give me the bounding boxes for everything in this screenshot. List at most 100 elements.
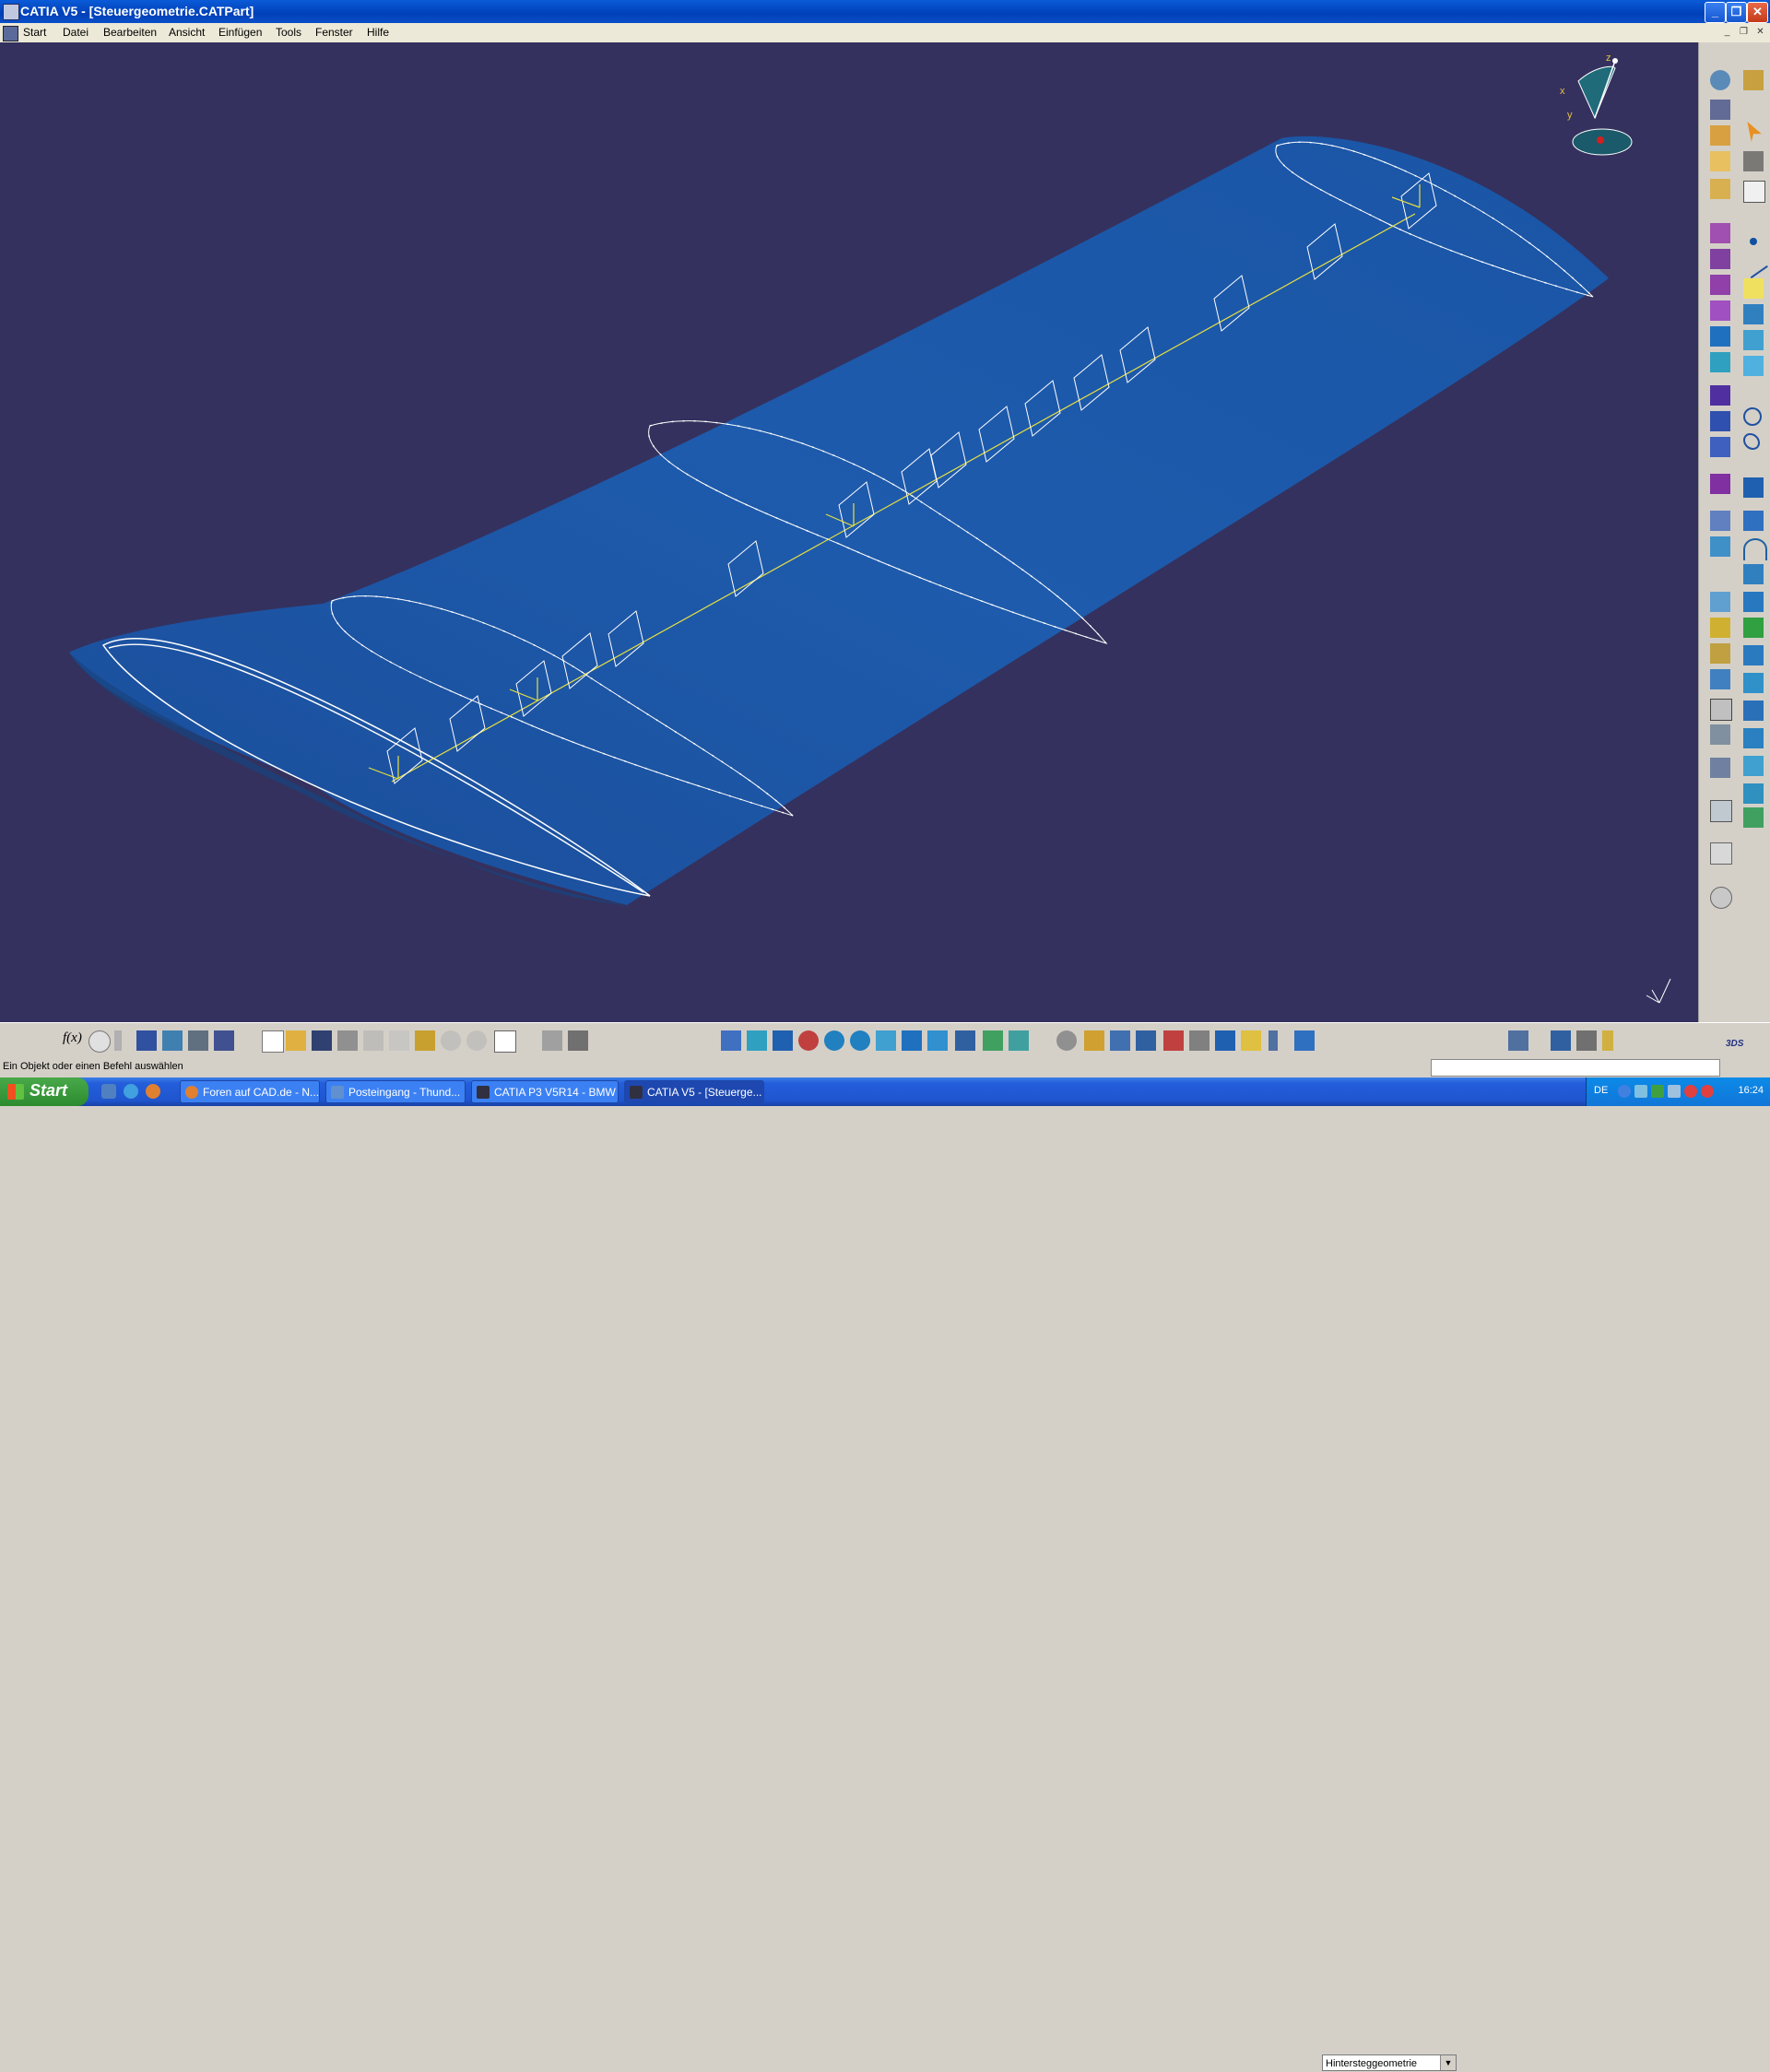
start-button[interactable]: Start [0, 1077, 88, 1106]
sweep-tool-icon[interactable] [1056, 1030, 1077, 1051]
doc-close-button[interactable]: ✕ [1753, 26, 1767, 39]
measure-icon[interactable] [1710, 699, 1732, 721]
affinity-icon[interactable] [1743, 728, 1764, 748]
projection-icon[interactable] [1743, 592, 1764, 612]
law-icon[interactable] [1710, 758, 1730, 778]
clock[interactable]: 16:24 [1738, 1085, 1764, 1096]
sweep-icon[interactable] [1743, 356, 1764, 376]
boundary-icon[interactable] [1710, 511, 1730, 531]
measure-item-icon[interactable] [1576, 1030, 1597, 1051]
menu-bearbeiten[interactable]: Bearbeiten [103, 26, 157, 39]
show-desktop-icon[interactable] [101, 1084, 116, 1099]
monitor-tray-icon[interactable] [1668, 1085, 1681, 1098]
pocket-icon[interactable] [1710, 249, 1730, 269]
zoom-out-icon[interactable] [850, 1030, 870, 1051]
shading-icon[interactable] [955, 1030, 975, 1051]
surface-stack-icon[interactable] [1743, 807, 1764, 828]
compass-widget[interactable]: z x y [1560, 53, 1633, 156]
language-indicator[interactable]: DE [1594, 1085, 1608, 1096]
scaling-icon[interactable] [1743, 700, 1764, 721]
inertia-icon[interactable] [1602, 1030, 1613, 1051]
catalog-icon[interactable] [188, 1030, 208, 1051]
help-tray-icon[interactable] [1618, 1085, 1631, 1098]
thickness-icon[interactable] [1710, 474, 1730, 494]
document-icon[interactable] [3, 26, 18, 41]
chevron-down-icon[interactable]: ▼ [1440, 2055, 1456, 2070]
sketcher-icon[interactable] [1710, 70, 1730, 90]
shaft-icon[interactable] [1710, 275, 1730, 295]
macro-icon[interactable] [1508, 1030, 1528, 1051]
redo-icon[interactable] [466, 1030, 487, 1051]
groove-icon[interactable] [1710, 300, 1730, 321]
offset-icon[interactable] [1710, 536, 1730, 557]
grid-snap-icon[interactable] [1136, 1030, 1156, 1051]
task-foren-cad[interactable]: Foren auf CAD.de - N... [180, 1080, 320, 1103]
plane-yellow-icon[interactable] [1743, 278, 1764, 299]
point-icon[interactable] [1710, 125, 1730, 146]
copy-icon[interactable] [389, 1030, 409, 1051]
pattern-icon[interactable] [1710, 724, 1730, 745]
axis-compass-icon[interactable] [1084, 1030, 1104, 1051]
manipulation-icon[interactable] [568, 1030, 588, 1051]
tree-icon[interactable] [162, 1030, 183, 1051]
extract-icon[interactable] [1710, 643, 1730, 664]
polyline-icon[interactable] [1739, 248, 1768, 279]
undo-icon[interactable] [441, 1030, 461, 1051]
geometrical-set-select[interactable]: Hintersteggeometrie ▼ [1322, 2054, 1457, 2071]
new-file-icon[interactable] [262, 1030, 284, 1053]
parameter-icon[interactable] [114, 1030, 122, 1051]
analysis-settings-icon[interactable] [1163, 1030, 1184, 1051]
task-catia-p3[interactable]: CATIA P3 V5R14 - BMW [471, 1080, 619, 1103]
menu-datei[interactable]: Datei [63, 26, 88, 39]
define-in-work-object-icon[interactable] [1294, 1030, 1315, 1051]
print-icon[interactable] [337, 1030, 358, 1051]
swap-visible-icon[interactable] [1009, 1030, 1029, 1051]
pan-icon[interactable] [773, 1030, 793, 1051]
formula-icon[interactable]: f(x) [63, 1030, 83, 1051]
close-button[interactable]: ✕ [1747, 2, 1768, 23]
device-tray-icon[interactable] [1651, 1085, 1664, 1098]
save-icon[interactable] [312, 1030, 332, 1051]
browser-quicklaunch-icon[interactable] [124, 1084, 138, 1099]
design-table-icon[interactable] [136, 1030, 157, 1051]
window-title-bar[interactable]: CATIA V5 - [Steuergeometrie.CATPart] _ ❐… [0, 0, 1770, 23]
fly-mode-icon[interactable] [721, 1030, 741, 1051]
menu-einfuegen[interactable]: Einfügen [218, 26, 262, 39]
fit-all-icon[interactable] [747, 1030, 767, 1051]
normal-view-icon[interactable] [876, 1030, 896, 1051]
extrude-icon[interactable] [1743, 304, 1764, 324]
connect-curve-icon[interactable] [1743, 756, 1764, 776]
point-dot-icon[interactable] [1750, 238, 1757, 245]
antivirus-tray-icon[interactable] [1684, 1085, 1697, 1098]
rotate-view-icon[interactable] [798, 1030, 819, 1051]
network-tray-icon[interactable] [1634, 1085, 1647, 1098]
command-input[interactable] [1431, 1059, 1720, 1077]
catia-app-icon[interactable] [3, 4, 19, 20]
healing-icon[interactable] [1743, 511, 1764, 531]
sketch-icon[interactable] [1743, 181, 1765, 203]
security-tray-icon[interactable] [1701, 1085, 1714, 1098]
doc-minimize-button[interactable]: _ [1720, 26, 1734, 39]
parallel-curve-icon[interactable] [1710, 592, 1730, 612]
hole-icon[interactable] [1710, 326, 1730, 347]
spec-tree-icon[interactable] [1215, 1030, 1235, 1051]
box-icon[interactable] [1710, 385, 1730, 406]
3d-viewport[interactable]: z x y [0, 42, 1698, 1022]
arc-icon[interactable] [1743, 538, 1767, 560]
revolve-icon[interactable] [1743, 330, 1764, 350]
hierarchical-tree-icon[interactable] [1110, 1030, 1130, 1051]
measure-between-icon[interactable] [1551, 1030, 1571, 1051]
blend-icon[interactable] [1743, 783, 1764, 804]
menu-hilfe[interactable]: Hilfe [367, 26, 389, 39]
select-arrow-icon[interactable] [1747, 122, 1762, 142]
rotate-icon[interactable] [1710, 669, 1730, 689]
fill-icon[interactable] [1710, 411, 1730, 431]
paste-icon[interactable] [415, 1030, 435, 1051]
menu-tools[interactable]: Tools [276, 26, 301, 39]
cut-icon[interactable] [363, 1030, 384, 1051]
circle-icon[interactable] [1743, 407, 1762, 426]
multi-view-icon[interactable] [902, 1030, 922, 1051]
minimize-button[interactable]: _ [1705, 2, 1726, 23]
spline-icon[interactable] [1743, 433, 1760, 450]
wing-model[interactable]: z x y [0, 42, 1698, 1022]
